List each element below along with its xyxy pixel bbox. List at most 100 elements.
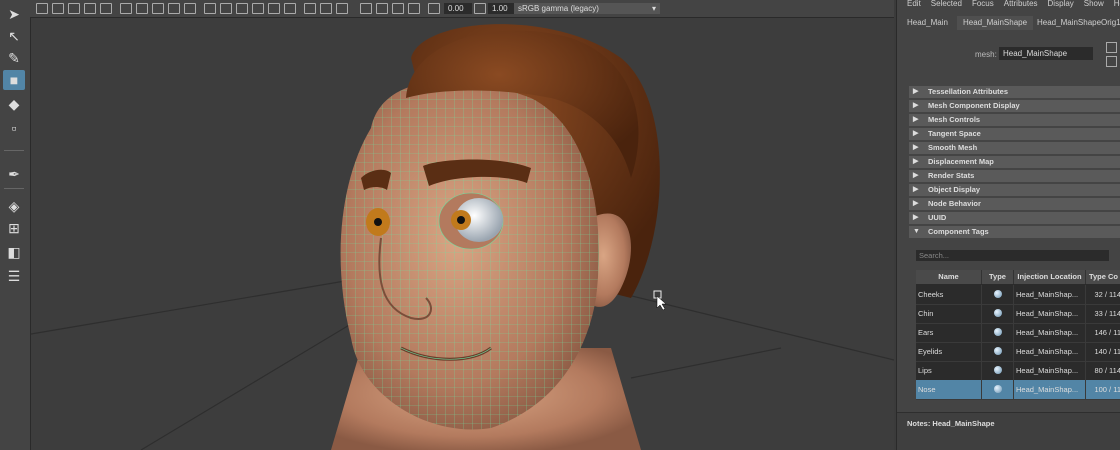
table-row[interactable]: Nose Head_MainShap... 100 / 11 bbox=[916, 380, 1120, 400]
anti-aliasing-icon[interactable] bbox=[336, 3, 348, 14]
camera-icon[interactable] bbox=[36, 3, 48, 14]
lasso-tool[interactable]: ↖ bbox=[3, 26, 25, 46]
xray-components-icon[interactable] bbox=[408, 3, 420, 14]
film-gate-icon[interactable] bbox=[120, 3, 132, 14]
3d-viewport[interactable] bbox=[31, 18, 894, 450]
notes-label: Notes: Head_MainShape bbox=[907, 419, 995, 428]
isolate-select-icon[interactable] bbox=[360, 3, 372, 14]
two-view-layout[interactable]: ◧ bbox=[3, 242, 25, 262]
menu-display[interactable]: Display bbox=[1048, 0, 1074, 8]
mesh-name-field[interactable]: Head_MainShape bbox=[999, 47, 1093, 60]
tag-type-cell bbox=[982, 285, 1014, 304]
safe-action-icon[interactable] bbox=[184, 3, 196, 14]
section-object-display[interactable]: ▶ Object Display bbox=[909, 184, 1120, 196]
menu-show[interactable]: Show bbox=[1084, 0, 1104, 8]
character-head-model[interactable] bbox=[31, 18, 894, 450]
exposure-field[interactable]: 0.00 bbox=[444, 3, 472, 14]
table-row[interactable]: Cheeks Head_MainShap... 32 / 114 bbox=[916, 285, 1120, 305]
table-row[interactable]: Chin Head_MainShap... 33 / 114 bbox=[916, 304, 1120, 324]
single-view-layout[interactable]: ◈ bbox=[3, 196, 25, 216]
section-displacement-map[interactable]: ▶ Displacement Map bbox=[909, 156, 1120, 168]
color-space-dropdown[interactable]: sRGB gamma (legacy) ▾ bbox=[514, 3, 660, 14]
outliner-icon: ☰ bbox=[7, 267, 21, 284]
motion-blur-icon[interactable] bbox=[320, 3, 332, 14]
attribute-editor: Edit Selected Focus Attributes Display Show He… bbox=[896, 0, 1120, 450]
component-tags-search[interactable]: Search... bbox=[916, 250, 1109, 261]
focus-icon[interactable] bbox=[1106, 42, 1117, 53]
mesh-label: mesh: bbox=[975, 50, 997, 59]
table-row[interactable]: Eyelids Head_MainShap... 140 / 11 bbox=[916, 342, 1120, 362]
menu-selected[interactable]: Selected bbox=[931, 0, 962, 8]
section-smooth-mesh[interactable]: ▶ Smooth Mesh bbox=[909, 142, 1120, 154]
gamma-field[interactable]: 1.00 bbox=[488, 3, 514, 14]
four-view-layout[interactable]: ⊞ bbox=[3, 218, 25, 238]
chevron-down-icon: ▾ bbox=[651, 4, 656, 13]
menu-edit[interactable]: Edit bbox=[907, 0, 921, 8]
gate-mask-icon[interactable] bbox=[152, 3, 164, 14]
section-node-behavior[interactable]: ▶ Node Behavior bbox=[909, 198, 1120, 210]
injection-location-cell: Head_MainShap... bbox=[1016, 323, 1086, 342]
bookmark-icon[interactable] bbox=[68, 3, 80, 14]
column-header-name[interactable]: Name bbox=[916, 270, 982, 284]
section-label: Component Tags bbox=[928, 227, 989, 236]
wireframe-icon[interactable] bbox=[204, 3, 216, 14]
tag-type-cell bbox=[982, 361, 1014, 380]
smooth-shade-icon[interactable] bbox=[220, 3, 232, 14]
menu-focus[interactable]: Focus bbox=[972, 0, 994, 8]
table-row[interactable]: Ears Head_MainShap... 146 / 11 bbox=[916, 323, 1120, 343]
scale-icon: ▫ bbox=[11, 120, 17, 136]
section-label: Tangent Space bbox=[928, 129, 981, 138]
tab-head_mainshapeorig1[interactable]: Head_MainShapeOrig1 bbox=[1031, 16, 1120, 30]
outliner-layout[interactable]: ☰ bbox=[3, 266, 25, 286]
lights-icon[interactable] bbox=[268, 3, 280, 14]
face-component-icon bbox=[993, 347, 1002, 355]
section-tessellation-attributes[interactable]: ▶ Tessellation Attributes bbox=[909, 86, 1120, 98]
menu-attributes[interactable]: Attributes bbox=[1004, 0, 1038, 8]
menu-help[interactable]: Help bbox=[1114, 0, 1120, 8]
image-plane-icon[interactable] bbox=[84, 3, 96, 14]
column-header-injection-location[interactable]: Injection Location bbox=[1014, 270, 1086, 284]
notes-area[interactable]: Notes: Head_MainShape bbox=[897, 412, 1120, 450]
textured-icon[interactable] bbox=[252, 3, 264, 14]
soft-mod-icon: ✒ bbox=[8, 165, 20, 182]
paint-select-tool[interactable]: ✎ bbox=[3, 48, 25, 68]
xray-icon[interactable] bbox=[376, 3, 388, 14]
section-mesh-controls[interactable]: ▶ Mesh Controls bbox=[909, 114, 1120, 126]
xray-joints-icon[interactable] bbox=[392, 3, 404, 14]
section-component-tags[interactable]: ▼ Component Tags bbox=[909, 226, 1120, 238]
expand-right-icon: ▶ bbox=[913, 214, 919, 221]
section-label: Object Display bbox=[928, 185, 981, 194]
field-chart-icon[interactable] bbox=[168, 3, 180, 14]
rotate-tool[interactable]: ◆ bbox=[3, 94, 25, 114]
grid-icon[interactable] bbox=[100, 3, 112, 14]
table-row[interactable]: Lips Head_MainShap... 80 / 114 bbox=[916, 361, 1120, 381]
exposure-icon[interactable] bbox=[428, 3, 440, 14]
attribute-editor-menubar: Edit Selected Focus Attributes Display Show He… bbox=[897, 0, 1120, 10]
section-render-stats[interactable]: ▶ Render Stats bbox=[909, 170, 1120, 182]
presets-icon[interactable] bbox=[1106, 56, 1117, 67]
toolbox: ➤ ↖ ✎ ■ ◆ ▫ ✒ ◈ ⊞ ◧ ☰ bbox=[0, 0, 31, 450]
tab-head_mainshape[interactable]: Head_MainShape bbox=[957, 16, 1034, 30]
type-count-cell: 33 / 114 bbox=[1088, 304, 1120, 323]
tag-type-cell bbox=[982, 304, 1014, 323]
column-header-type-co[interactable]: Type Co bbox=[1086, 270, 1120, 284]
column-header-type[interactable]: Type bbox=[982, 270, 1014, 284]
section-tangent-space[interactable]: ▶ Tangent Space bbox=[909, 128, 1120, 140]
wireframe-on-shaded-icon[interactable] bbox=[236, 3, 248, 14]
tab-head_main[interactable]: Head_Main bbox=[901, 16, 954, 30]
section-uuid[interactable]: ▶ UUID bbox=[909, 212, 1120, 224]
type-count-cell: 100 / 11 bbox=[1088, 380, 1120, 399]
resolution-gate-icon[interactable] bbox=[136, 3, 148, 14]
gamma-icon[interactable] bbox=[474, 3, 486, 14]
camera-attributes-icon[interactable] bbox=[52, 3, 64, 14]
scale-tool[interactable]: ▫ bbox=[3, 118, 25, 138]
toolbox-divider bbox=[4, 188, 24, 189]
section-mesh-component-display[interactable]: ▶ Mesh Component Display bbox=[909, 100, 1120, 112]
type-count-cell: 140 / 11 bbox=[1088, 342, 1120, 361]
shadows-icon[interactable] bbox=[284, 3, 296, 14]
move-tool[interactable]: ■ bbox=[3, 70, 25, 90]
select-tool[interactable]: ➤ bbox=[3, 4, 25, 24]
ambient-occlusion-icon[interactable] bbox=[304, 3, 316, 14]
section-label: UUID bbox=[928, 213, 947, 222]
soft-mod-tool[interactable]: ✒ bbox=[3, 164, 25, 184]
